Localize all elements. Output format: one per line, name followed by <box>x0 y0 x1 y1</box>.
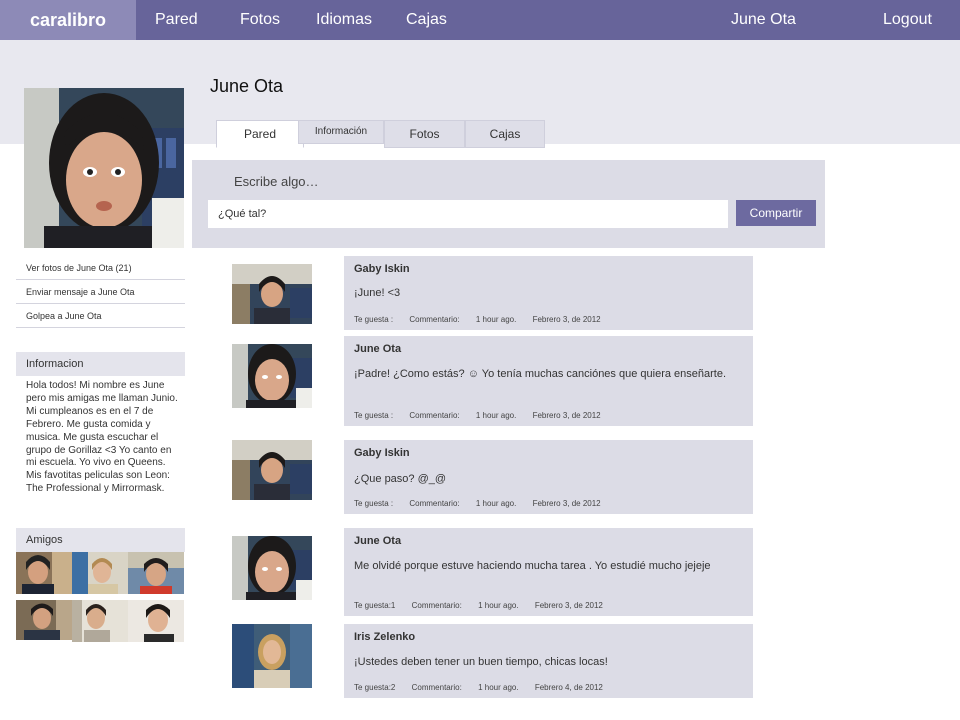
friends-heading: Amigos <box>16 528 185 552</box>
friend-photo[interactable] <box>72 552 128 594</box>
nav-pared[interactable]: Pared <box>155 0 198 40</box>
about-text: Hola todos! Mi nombre es June pero mis a… <box>26 380 178 495</box>
tab-cajas[interactable]: Cajas <box>465 120 545 148</box>
post-avatar[interactable] <box>232 264 312 324</box>
like-link[interactable]: Te guesta:1 <box>354 601 395 610</box>
profile-photo[interactable] <box>24 88 184 248</box>
post-meta: Te guesta:2 Commentario: 1 hour ago. Feb… <box>354 683 617 692</box>
post-avatar[interactable] <box>232 624 312 688</box>
like-link[interactable]: Te guesta : <box>354 499 393 508</box>
post-time: 1 hour ago. <box>475 499 517 508</box>
wall-post: Gaby Iskin ¿Que paso? @_@ Te guesta : Co… <box>344 440 753 514</box>
post-meta: Te guesta:1 Commentario: 1 hour ago. Feb… <box>354 601 617 610</box>
share-button[interactable]: Compartir <box>736 200 816 226</box>
status-input[interactable] <box>208 200 728 228</box>
friend-photo[interactable] <box>16 552 72 594</box>
nav-user-name[interactable]: June Ota <box>731 0 796 40</box>
post-author[interactable]: Iris Zelenko <box>354 631 415 643</box>
post-meta: Te guesta : Commentario: 1 hour ago. Feb… <box>354 411 615 420</box>
composer-label: Escribe algo… <box>234 174 319 189</box>
nav-idiomas[interactable]: Idiomas <box>316 0 372 40</box>
sidebar-link-poke[interactable]: Golpea a June Ota <box>16 304 185 328</box>
like-link[interactable]: Te guesta : <box>354 315 393 324</box>
post-avatar[interactable] <box>232 536 312 600</box>
tab-pared[interactable]: Pared <box>216 120 304 148</box>
friend-photo[interactable] <box>128 552 184 594</box>
post-date: Febrero 3, de 2012 <box>534 601 603 610</box>
info-heading: Informacion <box>16 352 185 376</box>
tab-informacion[interactable]: Información <box>298 120 384 144</box>
post-author[interactable]: June Ota <box>354 343 401 355</box>
post-date: Febrero 3, de 2012 <box>532 411 601 420</box>
wall-post: Gaby Iskin ¡June! <3 Te guesta : Comment… <box>344 256 753 330</box>
friend-photo[interactable] <box>72 600 128 642</box>
post-time: 1 hour ago. <box>475 411 517 420</box>
friend-photo[interactable] <box>128 600 184 642</box>
post-text: Me olvidé porque estuve haciendo mucha t… <box>354 560 711 572</box>
post-text: ¡Ustedes deben tener un buen tiempo, chi… <box>354 656 608 668</box>
top-nav: caralibro Pared Fotos Idiomas Cajas June… <box>0 0 960 40</box>
post-text: ¡June! <3 <box>354 287 401 299</box>
post-author[interactable]: June Ota <box>354 535 401 547</box>
post-date: Febrero 3, de 2012 <box>532 499 601 508</box>
wall-post: June Ota ¡Padre! ¿Como estás? ☺ Yo tenía… <box>344 336 753 426</box>
nav-fotos[interactable]: Fotos <box>240 0 280 40</box>
sidebar-link-message[interactable]: Enviar mensaje a June Ota <box>16 280 185 304</box>
post-avatar[interactable] <box>232 440 312 500</box>
post-time: 1 hour ago. <box>475 315 517 324</box>
post-meta: Te guesta : Commentario: 1 hour ago. Feb… <box>354 315 615 324</box>
profile-name: June Ota <box>210 76 284 96</box>
comment-link[interactable]: Commentario: <box>412 683 462 692</box>
tab-fotos[interactable]: Fotos <box>384 120 465 148</box>
brand-logo[interactable]: caralibro <box>0 0 136 40</box>
comment-link[interactable]: Commentario: <box>409 315 459 324</box>
post-time: 1 hour ago. <box>478 601 519 610</box>
comment-link[interactable]: Commentario: <box>409 411 459 420</box>
post-text: ¿Que paso? @_@ <box>354 473 447 485</box>
friend-photo[interactable] <box>16 600 72 640</box>
comment-link[interactable]: Commentario: <box>412 601 462 610</box>
like-link[interactable]: Te guesta:2 <box>354 683 395 692</box>
nav-cajas[interactable]: Cajas <box>406 0 447 40</box>
post-author[interactable]: Gaby Iskin <box>354 447 410 459</box>
comment-link[interactable]: Commentario: <box>409 499 459 508</box>
post-date: Febrero 3, de 2012 <box>532 315 601 324</box>
post-avatar[interactable] <box>232 344 312 408</box>
post-meta: Te guesta : Commentario: 1 hour ago. Feb… <box>354 499 615 508</box>
like-link[interactable]: Te guesta : <box>354 411 393 420</box>
post-date: Febrero 4, de 2012 <box>534 683 603 692</box>
wall-post: June Ota Me olvidé porque estuve haciend… <box>344 528 753 616</box>
post-author[interactable]: Gaby Iskin <box>354 263 410 275</box>
post-time: 1 hour ago. <box>478 683 519 692</box>
logout-link[interactable]: Logout <box>883 0 932 40</box>
wall-post: Iris Zelenko ¡Ustedes deben tener un bue… <box>344 624 753 698</box>
sidebar-link-photos[interactable]: Ver fotos de June Ota (21) <box>16 256 185 280</box>
post-text: ¡Padre! ¿Como estás? ☺ Yo tenía muchas c… <box>354 368 727 380</box>
